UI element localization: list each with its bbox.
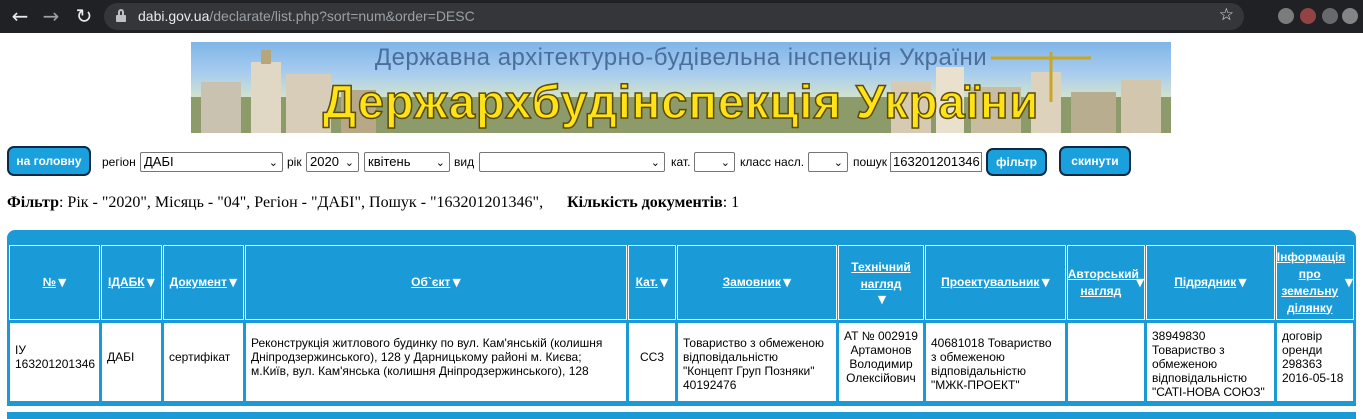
sort-triangle-icon[interactable]: ▼ xyxy=(1345,276,1353,289)
table-cell-object: Реконструкція житлового будинку по вул. … xyxy=(245,322,627,402)
column-header-document[interactable]: Документ ▼ xyxy=(163,245,244,320)
chevron-down-icon: ⌄ xyxy=(650,156,660,169)
column-header-author-supervision[interactable]: Авторський нагляд ▼ xyxy=(1067,245,1145,320)
sort-triangle-icon[interactable]: ▼ xyxy=(1136,276,1144,289)
column-header-contractor[interactable]: Підрядник ▼ xyxy=(1146,245,1275,320)
sort-triangle-icon[interactable]: ▼ xyxy=(147,276,155,289)
forward-arrow-icon[interactable]: → xyxy=(39,4,63,28)
sort-triangle-icon[interactable]: ▼ xyxy=(1041,276,1049,289)
url-text: dabi.gov.ua/declarate/list.php?sort=num&… xyxy=(138,8,475,24)
table-cell-number: ІУ 163201201346 xyxy=(9,322,100,402)
document-count-value: : 1 xyxy=(722,194,740,211)
search-label: пошук xyxy=(853,155,888,169)
reset-button[interactable]: скинути xyxy=(1059,146,1131,176)
table-cell-customer: Товариство з обмеженою відповідальністю … xyxy=(677,322,837,402)
year-select[interactable]: 2020 ⌄ xyxy=(306,152,359,172)
sort-triangle-icon[interactable]: ▼ xyxy=(58,276,66,289)
back-arrow-icon[interactable]: ← xyxy=(8,4,32,28)
year-label: рік xyxy=(287,155,302,169)
sort-triangle-icon[interactable]: ▼ xyxy=(1238,276,1246,289)
table-cell-contractor: 38949830 Товариство з обмеженою відповід… xyxy=(1146,322,1275,402)
type-label: вид xyxy=(454,155,475,169)
column-header-customer[interactable]: Замовник ▼ xyxy=(677,245,837,320)
filter-button[interactable]: фільтр xyxy=(986,148,1047,176)
table-cell-land-info: договір оренди 298363 2016-05-18 xyxy=(1276,322,1354,402)
table-cell-idabk: ДАБІ xyxy=(101,322,162,402)
document-count-label: Кількість документів xyxy=(567,194,723,211)
banner-subtitle: Державна архітектурно-будівельна інспекц… xyxy=(374,44,988,71)
home-button[interactable]: на головну xyxy=(7,146,91,176)
sort-triangle-icon[interactable]: ▼ xyxy=(878,293,886,306)
column-header-object[interactable]: Об`єкт ▼ xyxy=(245,245,627,320)
table-cell-tech-supervision: АТ № 002919 Артамонов Володимир Олексійо… xyxy=(838,322,924,402)
address-bar[interactable]: dabi.gov.ua/declarate/list.php?sort=num&… xyxy=(104,3,1244,30)
table-cell-author-supervision xyxy=(1067,322,1145,402)
browser-toolbar: ← → ↻ dabi.gov.ua/declarate/list.php?sor… xyxy=(0,0,1363,33)
filter-summary: Фільтр: Рік - "2020", Місяць - "04", Рег… xyxy=(7,194,739,212)
filter-summary-label: Фільтр xyxy=(7,194,59,211)
star-icon[interactable]: ☆ xyxy=(1219,5,1234,25)
column-header-land-info[interactable]: Інформація про земельну ділянку ▼ xyxy=(1276,245,1354,320)
chevron-down-icon: ⌄ xyxy=(268,156,278,169)
site-banner: Державна архітектурно-будівельна інспекц… xyxy=(191,42,1171,133)
filter-summary-text: : Рік - "2020", Місяць - "04", Регіон - … xyxy=(58,194,544,211)
chevron-down-icon: ⌄ xyxy=(435,156,445,169)
category-label: кат. xyxy=(671,155,691,169)
search-input[interactable]: 163201201346 xyxy=(890,152,982,172)
lock-icon xyxy=(116,9,126,22)
sort-triangle-icon[interactable]: ▼ xyxy=(229,276,237,289)
chevron-down-icon: ⌄ xyxy=(344,156,354,169)
sort-triangle-icon[interactable]: ▼ xyxy=(783,276,791,289)
table-cell-category: СС3 xyxy=(628,322,676,402)
column-header-designer[interactable]: Проектувальник ▼ xyxy=(925,245,1066,320)
month-select[interactable]: квітень ⌄ xyxy=(364,152,450,172)
column-header-number[interactable]: № ▼ xyxy=(9,245,100,320)
chevron-down-icon: ⌄ xyxy=(833,156,843,169)
class-select[interactable]: ⌄ xyxy=(808,152,848,172)
table-cell-designer: 40681018 Товариство з обмеженою відповід… xyxy=(925,322,1066,402)
reload-icon[interactable]: ↻ xyxy=(72,4,96,28)
chevron-down-icon: ⌄ xyxy=(720,156,730,169)
region-select[interactable]: ДАБІ ⌄ xyxy=(140,152,283,172)
declarations-table: № ▼ ІДАБК ▼ Документ ▼ Об`єкт ▼ Кат. ▼ Замовн… xyxy=(7,230,1356,419)
region-label: регіон xyxy=(102,155,136,169)
sort-triangle-icon[interactable]: ▼ xyxy=(452,276,460,289)
type-select[interactable]: ⌄ xyxy=(479,152,665,172)
column-header-category[interactable]: Кат. ▼ xyxy=(628,245,676,320)
sort-triangle-icon[interactable]: ▼ xyxy=(660,276,668,289)
category-select[interactable]: ⌄ xyxy=(694,152,735,172)
column-header-idabk[interactable]: ІДАБК ▼ xyxy=(101,245,162,320)
class-label: класс насл. xyxy=(740,155,805,169)
column-header-tech-supervision[interactable]: Технічний нагляд ▼ xyxy=(838,245,924,320)
banner-title: Держархбудінспекція України xyxy=(322,74,1040,129)
extension-icons xyxy=(1278,8,1358,24)
table-cell-document: сертифікат xyxy=(163,322,244,402)
